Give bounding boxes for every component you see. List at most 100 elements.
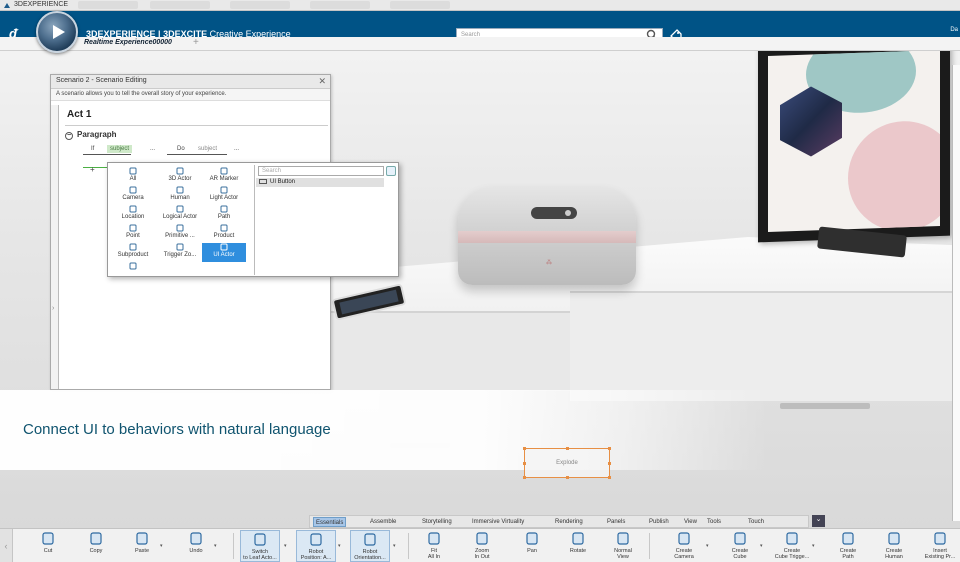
explode-ui-button[interactable]: Explode bbox=[523, 447, 611, 479]
user-name[interactable]: Da bbox=[950, 27, 958, 33]
scenario-side-handle[interactable]: › bbox=[51, 105, 58, 389]
window-title: 3DEXPERIENCE bbox=[14, 1, 69, 8]
copy-icon bbox=[90, 532, 102, 545]
create-path-icon bbox=[842, 532, 854, 545]
tab-realtime-experience[interactable]: Realtime Experience00000 bbox=[84, 39, 172, 46]
actor-type-3d-actor-icon[interactable]: 3D Actor bbox=[158, 167, 202, 186]
actor-type-camera-icon[interactable]: Camera bbox=[111, 186, 155, 205]
background-tab bbox=[310, 1, 370, 9]
dropdown-arrow-icon[interactable]: ▾ bbox=[338, 543, 341, 549]
add-sentence-button[interactable]: + bbox=[90, 165, 95, 174]
toolbar-tab-essentials[interactable]: Essentials bbox=[313, 517, 347, 527]
toolbar-tab-tools[interactable]: Tools bbox=[705, 517, 723, 527]
close-icon[interactable]: ✕ bbox=[318, 76, 326, 87]
dropdown-arrow-icon[interactable]: ▾ bbox=[160, 543, 163, 549]
switch-leaf-button[interactable]: Switch to Leaf Acto... bbox=[240, 530, 280, 562]
actor-type-logical-actor-icon[interactable]: Logical Actor bbox=[158, 205, 202, 224]
toolbar-tab-publish[interactable]: Publish bbox=[647, 517, 671, 527]
ui-button-result[interactable]: UI Button bbox=[256, 178, 384, 187]
tool-sublabel: Orientation... bbox=[354, 555, 386, 561]
actor-type-all-icon[interactable]: All bbox=[111, 167, 155, 186]
actor-type-product-icon[interactable]: Product bbox=[202, 224, 246, 243]
do-subject[interactable]: subject bbox=[198, 146, 217, 152]
ui-actor-icon bbox=[220, 243, 228, 251]
actor-type-point-icon[interactable]: Point bbox=[111, 224, 155, 243]
actor-type-label: Location bbox=[121, 214, 145, 220]
tool-sublabel: In Out bbox=[474, 554, 490, 560]
chevron-down-icon[interactable]: ⌄ bbox=[812, 515, 825, 527]
picker-search-icon[interactable] bbox=[386, 166, 396, 176]
3d-viewport[interactable]: ⁂ Scenario 2 - Scenario Editing ✕ A scen… bbox=[0, 51, 960, 529]
rotate-button[interactable]: Rotate bbox=[558, 530, 598, 562]
create-cube-trigger-button[interactable]: Create Cube Trigge... bbox=[772, 530, 812, 562]
dropdown-arrow-icon[interactable]: ▾ bbox=[393, 543, 396, 549]
dropdown-arrow-icon[interactable]: ▾ bbox=[214, 543, 217, 549]
copy-button[interactable]: Copy bbox=[76, 530, 116, 562]
location-icon bbox=[129, 205, 137, 213]
dropdown-arrow-icon[interactable]: ▾ bbox=[284, 543, 287, 549]
zoom-icon bbox=[476, 532, 488, 545]
actor-type-trigger-zone-icon[interactable]: Trigger Zo... bbox=[158, 243, 202, 262]
toolbar-tab-assemble[interactable]: Assemble bbox=[368, 517, 398, 527]
actor-type-ui-actor-icon[interactable]: UI Actor bbox=[202, 243, 246, 262]
actor-type-label: Primitive ... bbox=[165, 233, 195, 239]
tool-sublabel: Existing Pr... bbox=[924, 554, 956, 560]
create-camera-button[interactable]: Create Camera bbox=[664, 530, 704, 562]
robot-position-button[interactable]: Robot Position: A... bbox=[296, 530, 336, 562]
actor-type-human-icon[interactable]: Human bbox=[158, 186, 202, 205]
subject-chip[interactable]: subject bbox=[107, 145, 133, 153]
fit-all-button[interactable]: Fit All In bbox=[414, 530, 454, 562]
speaker-product[interactable]: ⁂ bbox=[458, 187, 636, 285]
actor-type-label: Trigger Zo... bbox=[163, 252, 197, 258]
compass-play-button[interactable] bbox=[36, 11, 78, 53]
actor-type-light-actor-icon[interactable]: Light Actor bbox=[202, 186, 246, 205]
actor-type-subproduct-icon[interactable]: Subproduct bbox=[111, 243, 155, 262]
robot-orientation-button[interactable]: Robot Orientation... bbox=[350, 530, 390, 562]
actor-type-label: Light Actor bbox=[209, 195, 239, 201]
undo-button[interactable]: Undo bbox=[176, 530, 216, 562]
dropdown-arrow-icon[interactable]: ▾ bbox=[812, 543, 815, 549]
background-tab bbox=[150, 1, 210, 9]
tool-sublabel: Position: A... bbox=[300, 555, 332, 561]
create-camera-icon bbox=[678, 532, 690, 545]
paste-button[interactable]: Paste bbox=[122, 530, 162, 562]
toolbar-tab-panels[interactable]: Panels bbox=[605, 517, 627, 527]
toolbar-tab-storytelling[interactable]: Storytelling bbox=[420, 517, 454, 527]
if-more[interactable]: ... bbox=[150, 146, 155, 152]
do-more[interactable]: ... bbox=[234, 146, 239, 152]
actor-type-path-icon[interactable]: Path bbox=[202, 205, 246, 224]
actor-type-primitive-icon[interactable]: Primitive ... bbox=[158, 224, 202, 243]
toolbar-tab-immersive-virtuality[interactable]: Immersive Virtuality bbox=[470, 517, 526, 527]
actor-type-misc-actor-icon[interactable] bbox=[111, 262, 155, 281]
background-tab bbox=[390, 1, 450, 9]
create-path-button[interactable]: Create Path bbox=[828, 530, 868, 562]
actor-type-ar-marker-icon[interactable]: AR Marker bbox=[202, 167, 246, 186]
paragraph-header[interactable]: − Paragraph bbox=[65, 130, 117, 140]
create-human-button[interactable]: Create Human bbox=[874, 530, 914, 562]
normal-view-button[interactable]: Normal View bbox=[603, 530, 643, 562]
add-tab-icon[interactable]: + bbox=[193, 37, 199, 48]
picker-search-input[interactable]: Search bbox=[258, 166, 384, 176]
paste-icon bbox=[136, 532, 148, 545]
zoom-button[interactable]: Zoom In Out bbox=[462, 530, 502, 562]
pan-button[interactable]: Pan bbox=[512, 530, 552, 562]
insert-existing-button[interactable]: Insert Existing Pr... bbox=[920, 530, 960, 562]
tool-label: Rotate bbox=[569, 548, 587, 554]
actor-type-location-icon[interactable]: Location bbox=[111, 205, 155, 224]
robot-orientation-icon bbox=[364, 533, 376, 546]
toolbar-tab-rendering[interactable]: Rendering bbox=[553, 517, 585, 527]
dropdown-arrow-icon[interactable]: ▾ bbox=[760, 543, 763, 549]
trigger-zone-icon bbox=[176, 243, 184, 251]
cut-button[interactable]: Cut bbox=[28, 530, 68, 562]
collapse-icon[interactable]: − bbox=[65, 132, 73, 140]
toolbar-tab-view[interactable]: View bbox=[682, 517, 699, 527]
tool-sublabel: Path bbox=[842, 554, 854, 560]
scenario-panel-header: Scenario 2 - Scenario Editing bbox=[51, 75, 330, 89]
chevron-left-icon[interactable]: ‹ bbox=[0, 529, 13, 562]
create-cube-button[interactable]: Create Cube bbox=[720, 530, 760, 562]
if-label: If bbox=[91, 146, 95, 152]
dropdown-arrow-icon[interactable]: ▾ bbox=[706, 543, 709, 549]
toolbar-tab-touch[interactable]: Touch bbox=[746, 517, 766, 527]
tool-sublabel: Human bbox=[885, 554, 903, 560]
toolbar-separator bbox=[649, 533, 650, 559]
